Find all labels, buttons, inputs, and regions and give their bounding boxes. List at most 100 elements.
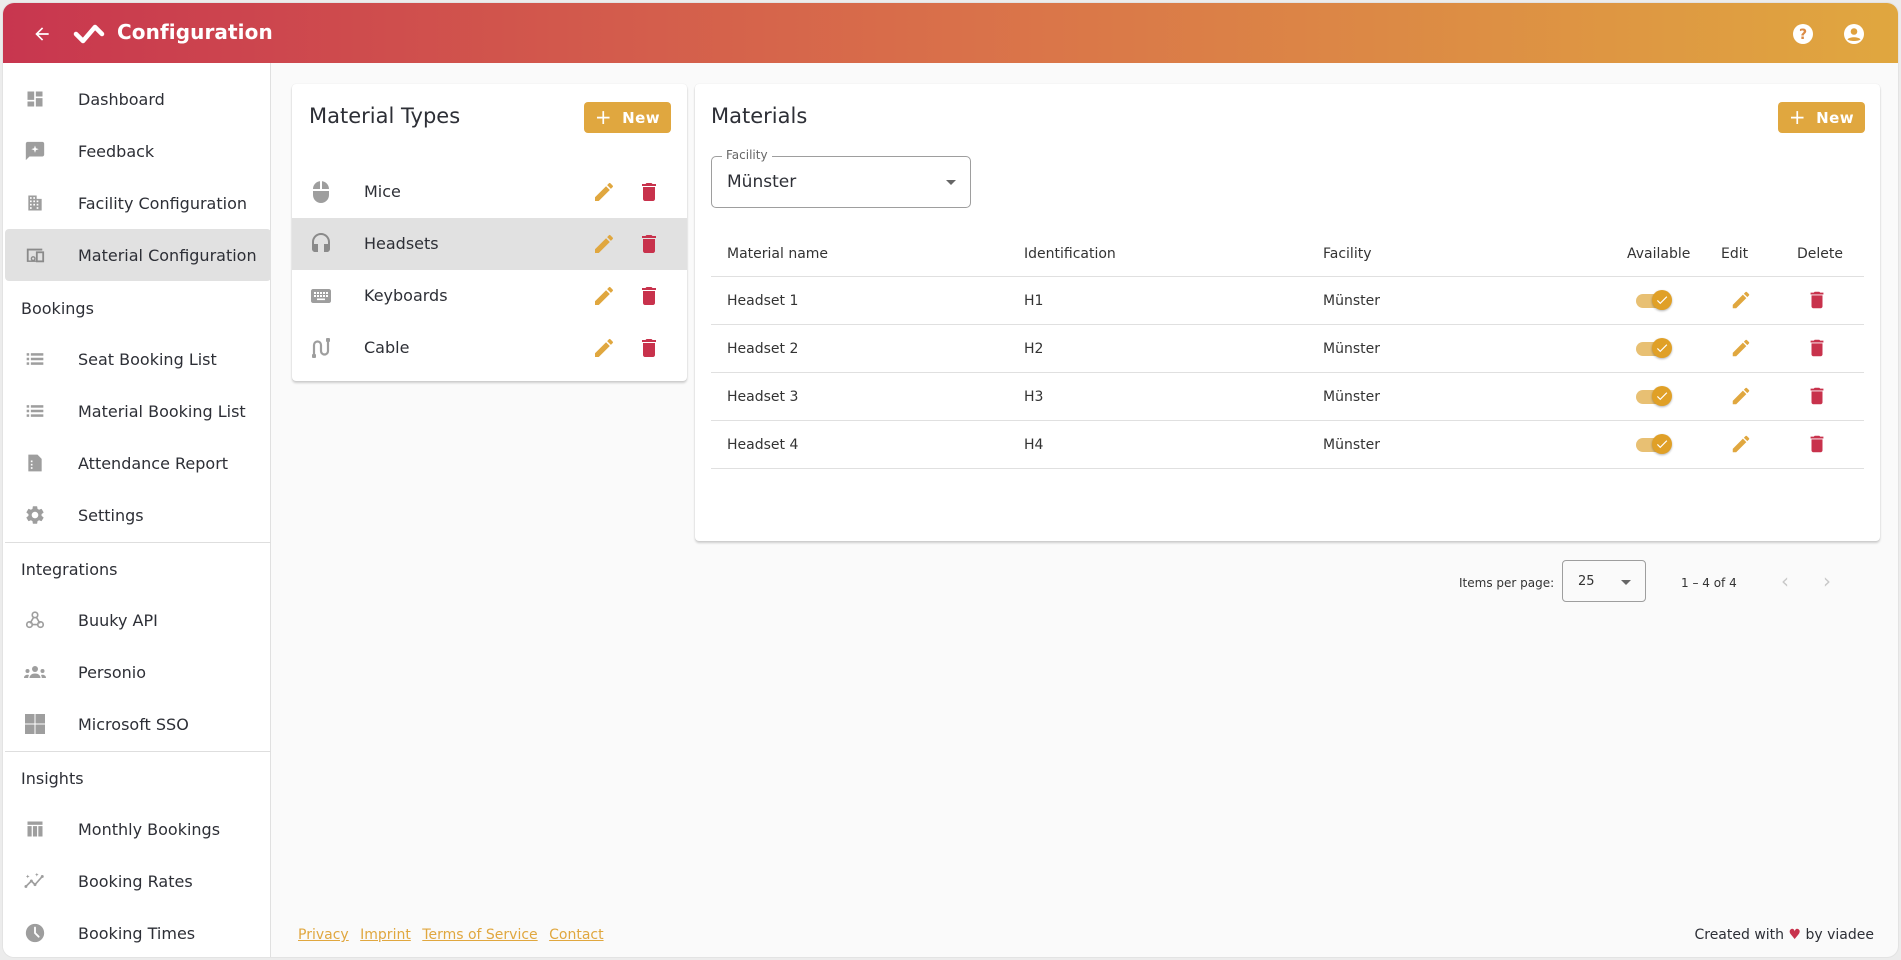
sidebar-item-microsoft-sso[interactable]: Microsoft SSO xyxy=(5,698,271,750)
sidebar-item-settings[interactable]: Settings xyxy=(5,489,271,541)
facility-select-value: Münster xyxy=(727,172,797,192)
previous-page-button[interactable]: ‹ xyxy=(1775,571,1795,592)
pencil-icon[interactable] xyxy=(1730,385,1752,407)
sidebar-item-monthly-bookings[interactable]: Monthly Bookings xyxy=(5,803,271,855)
material-type-label: Cable xyxy=(364,338,410,357)
sidebar-item-booking-rates[interactable]: Booking Rates xyxy=(5,855,271,907)
column-header-facility[interactable]: Facility xyxy=(1323,246,1372,262)
material-types-title: Material Types xyxy=(309,104,461,128)
check-icon xyxy=(1652,338,1672,358)
cell-material-name: Headset 3 xyxy=(727,389,799,405)
chevron-down-icon xyxy=(946,180,956,185)
trash-icon[interactable] xyxy=(637,284,661,308)
arrow-back-icon[interactable] xyxy=(29,21,55,47)
cell-facility: Münster xyxy=(1323,293,1380,309)
facility-select[interactable]: Facility Münster xyxy=(711,148,971,208)
report-icon xyxy=(23,451,47,475)
plus-icon: + xyxy=(1788,104,1807,129)
check-icon xyxy=(1652,386,1672,406)
mouse-icon xyxy=(309,180,333,204)
sidebar-item-label: Monthly Bookings xyxy=(78,819,221,839)
sidebar-item-label: Material Configuration xyxy=(78,245,257,265)
pencil-icon[interactable] xyxy=(592,232,616,256)
pencil-icon[interactable] xyxy=(592,180,616,204)
sidebar-item-label: Booking Rates xyxy=(78,871,193,891)
cell-material-name: Headset 4 xyxy=(727,437,799,453)
cell-identification: H2 xyxy=(1024,341,1044,357)
sidebar-item-label: Material Booking List xyxy=(78,401,246,421)
trash-icon[interactable] xyxy=(1806,385,1828,407)
sidebar-item-material-booking-list[interactable]: Material Booking List xyxy=(5,385,271,437)
new-material-button[interactable]: + New xyxy=(1778,102,1865,133)
footer-link-contact[interactable]: Contact xyxy=(549,927,603,943)
material-type-row-cable[interactable]: Cable xyxy=(292,322,687,374)
footer-link-privacy[interactable]: Privacy xyxy=(298,927,349,943)
pencil-icon[interactable] xyxy=(1730,289,1752,311)
available-toggle[interactable] xyxy=(1636,337,1674,359)
app-logo-icon xyxy=(73,19,105,47)
sidebar-item-label: Settings xyxy=(78,505,144,525)
trash-icon[interactable] xyxy=(637,232,661,256)
chevron-down-icon xyxy=(1621,580,1631,585)
help-icon[interactable]: ? xyxy=(1791,22,1815,46)
app-window: Configuration ? Dashboard Feedback Facil… xyxy=(2,2,1899,958)
new-material-type-button[interactable]: + New xyxy=(584,102,671,133)
divider xyxy=(5,751,271,752)
column-header-identification[interactable]: Identification xyxy=(1024,246,1116,262)
footer-link-terms[interactable]: Terms of Service xyxy=(422,927,537,943)
sidebar-item-attendance-report[interactable]: Attendance Report xyxy=(5,437,271,489)
check-icon xyxy=(1652,290,1672,310)
sidebar-item-label: Facility Configuration xyxy=(78,193,248,213)
trash-icon[interactable] xyxy=(637,180,661,204)
sidebar-item-dashboard[interactable]: Dashboard xyxy=(5,73,271,125)
pencil-icon[interactable] xyxy=(1730,433,1752,455)
table-header: Material name Identification Facility Av… xyxy=(711,229,1864,277)
pencil-icon[interactable] xyxy=(592,336,616,360)
column-header-delete: Delete xyxy=(1797,246,1843,262)
sidebar-item-label: Personio xyxy=(78,662,146,682)
cell-material-name: Headset 2 xyxy=(727,341,799,357)
items-per-page-select[interactable]: 25 xyxy=(1562,560,1646,602)
material-type-row-headsets[interactable]: Headsets xyxy=(292,218,687,270)
available-toggle[interactable] xyxy=(1636,289,1674,311)
trash-icon[interactable] xyxy=(637,336,661,360)
cell-identification: H3 xyxy=(1024,389,1044,405)
available-toggle[interactable] xyxy=(1636,433,1674,455)
available-toggle[interactable] xyxy=(1636,385,1674,407)
sidebar-item-feedback[interactable]: Feedback xyxy=(5,125,271,177)
sidebar-item-booking-times[interactable]: Booking Times xyxy=(5,907,271,957)
trash-icon[interactable] xyxy=(1806,433,1828,455)
pencil-icon[interactable] xyxy=(1730,337,1752,359)
account-circle-icon[interactable] xyxy=(1842,22,1866,46)
list-icon xyxy=(23,399,47,423)
plus-icon: + xyxy=(594,104,613,129)
heart-icon: ♥ xyxy=(1788,927,1802,943)
page-title: Configuration xyxy=(117,20,273,44)
next-page-button[interactable]: › xyxy=(1817,571,1837,592)
sidebar: Dashboard Feedback Facility Configuratio… xyxy=(3,63,271,957)
material-type-row-keyboards[interactable]: Keyboards xyxy=(292,270,687,322)
section-title-bookings: Bookings xyxy=(21,299,94,318)
materials-table: Material name Identification Facility Av… xyxy=(711,229,1864,469)
sidebar-item-buuky-api[interactable]: Buuky API xyxy=(5,594,271,646)
column-header-material-name[interactable]: Material name xyxy=(727,246,828,262)
sidebar-item-personio[interactable]: Personio xyxy=(5,646,271,698)
column-header-edit: Edit xyxy=(1721,246,1749,262)
list-icon xyxy=(23,347,47,371)
sidebar-item-label: Feedback xyxy=(78,141,155,161)
headset-icon xyxy=(309,232,333,256)
sidebar-item-seat-booking-list[interactable]: Seat Booking List xyxy=(5,333,271,385)
footer-credit: Created with ♥ by viadee xyxy=(1694,927,1874,943)
trash-icon[interactable] xyxy=(1806,289,1828,311)
materials-title: Materials xyxy=(711,104,808,128)
footer-link-imprint[interactable]: Imprint xyxy=(360,927,411,943)
sidebar-item-facility-configuration[interactable]: Facility Configuration xyxy=(5,177,271,229)
materials-card: Materials + New Facility Münster Materia… xyxy=(695,84,1880,602)
sidebar-item-material-configuration[interactable]: Material Configuration xyxy=(5,229,271,281)
pencil-icon[interactable] xyxy=(592,284,616,308)
material-type-row-mice[interactable]: Mice xyxy=(292,166,687,218)
section-title-integrations: Integrations xyxy=(21,560,118,579)
trash-icon[interactable] xyxy=(1806,337,1828,359)
webhook-icon xyxy=(23,608,47,632)
top-bar: Configuration ? xyxy=(3,3,1898,63)
